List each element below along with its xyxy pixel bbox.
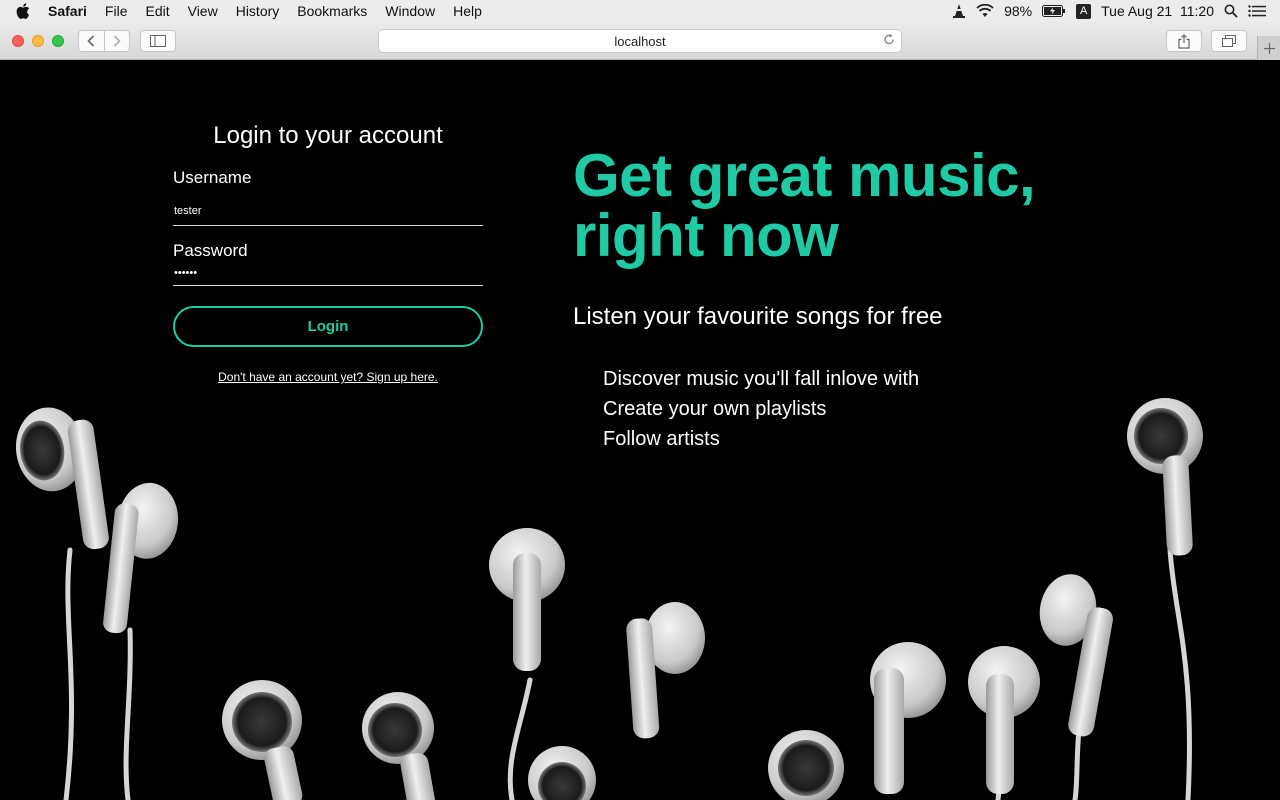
share-icon — [1178, 33, 1190, 49]
feature-item: Discover music you'll fall inlove with — [603, 368, 920, 390]
feature-item: Create your own playlists — [603, 398, 827, 420]
hero-headline-line1: Get great music, — [573, 142, 1036, 209]
browser-toolbar: localhost — [0, 22, 1280, 60]
password-input[interactable] — [173, 261, 483, 286]
apple-menu-icon[interactable] — [16, 3, 30, 19]
battery-icon[interactable] — [1042, 5, 1066, 17]
username-label: Username — [173, 168, 252, 187]
hero-headline-line2: right now — [573, 202, 839, 269]
menu-help[interactable]: Help — [453, 3, 482, 19]
tabs-icon — [1222, 35, 1236, 47]
clock[interactable]: Tue Aug 21 11:20 — [1101, 3, 1214, 19]
username-input[interactable] — [173, 196, 483, 226]
password-label: Password — [173, 241, 248, 260]
share-button[interactable] — [1166, 30, 1202, 52]
spotlight-search-icon[interactable] — [1224, 4, 1238, 18]
menu-bookmarks[interactable]: Bookmarks — [297, 3, 367, 19]
notification-center-icon[interactable] — [1248, 5, 1266, 17]
feature-item: Follow artists — [603, 428, 720, 450]
status-area: 98% A Tue Aug 21 11:20 — [952, 3, 1280, 19]
menu-edit[interactable]: Edit — [145, 3, 169, 19]
hero-headline: Get great music, right now — [573, 146, 1133, 266]
battery-percent[interactable]: 98% — [1004, 3, 1032, 19]
login-title: Login to your account — [213, 122, 443, 149]
window-zoom-button[interactable] — [52, 35, 64, 47]
address-bar[interactable]: localhost — [378, 29, 902, 53]
menu-window[interactable]: Window — [385, 3, 435, 19]
back-button[interactable] — [79, 31, 104, 51]
page-viewport: Login to your account Username Password … — [0, 60, 1280, 800]
input-source-icon[interactable]: A — [1076, 3, 1092, 19]
feature-list: Discover music you'll fall inlove with C… — [603, 364, 919, 454]
chevron-left-icon — [87, 35, 95, 47]
sidebar-icon — [150, 35, 166, 47]
window-minimize-button[interactable] — [32, 35, 44, 47]
menu-view[interactable]: View — [188, 3, 218, 19]
forward-button[interactable] — [103, 31, 130, 51]
vlc-cone-icon[interactable] — [952, 3, 966, 19]
window-close-button[interactable] — [12, 35, 24, 47]
menu-history[interactable]: History — [236, 3, 280, 19]
menu-bar: Safari File Edit View History Bookmarks … — [0, 0, 1280, 22]
tab-overview-button[interactable] — [1211, 30, 1247, 52]
login-button[interactable]: Login — [173, 306, 483, 347]
signup-link[interactable]: Don't have an account yet? Sign up here. — [173, 370, 483, 384]
plus-icon — [1263, 42, 1275, 54]
back-forward-group — [78, 30, 130, 52]
menu-file[interactable]: File — [105, 3, 128, 19]
reload-icon[interactable] — [883, 33, 895, 49]
wifi-icon[interactable] — [976, 4, 994, 18]
hero-subheading: Listen your favourite songs for free — [573, 303, 943, 330]
menu-app-name[interactable]: Safari — [48, 3, 87, 19]
address-text: localhost — [614, 33, 666, 49]
sidebar-toggle-button[interactable] — [140, 30, 176, 52]
new-tab-button[interactable] — [1257, 36, 1280, 60]
chevron-right-icon — [113, 35, 121, 47]
